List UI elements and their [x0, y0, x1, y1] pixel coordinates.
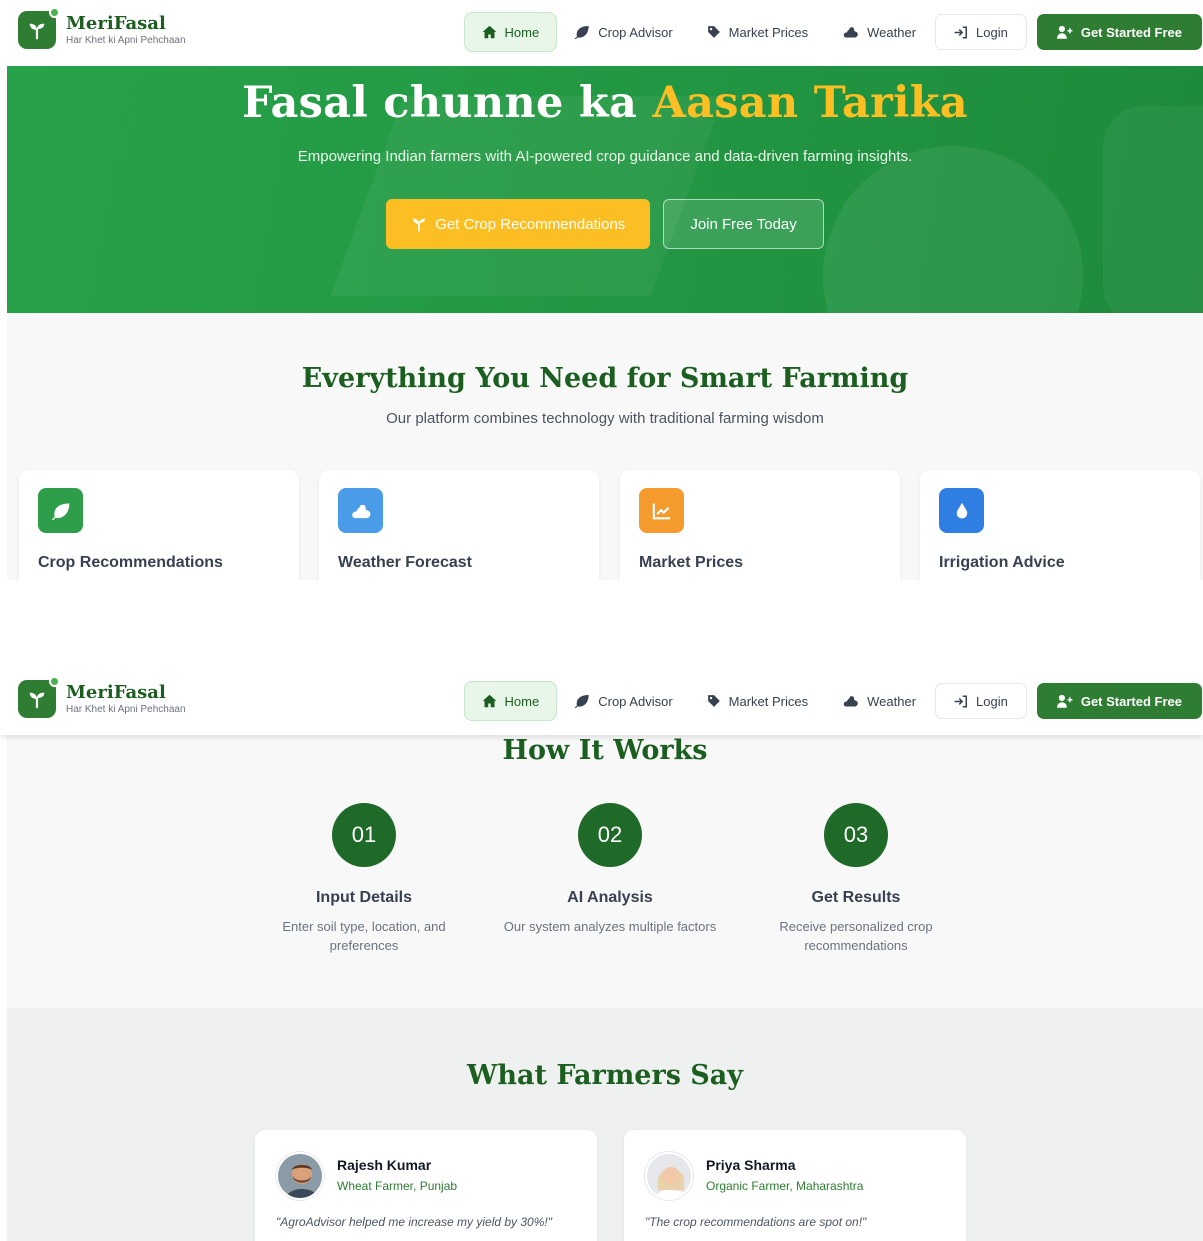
nav-weather[interactable]: Weather: [825, 681, 933, 721]
navbar: MeriFasal Har Khet ki Apni Pehchaan Home…: [0, 669, 1203, 735]
step-get-results: 03 Get Results Receive personalized crop…: [736, 803, 976, 955]
testimonial-card: Rajesh Kumar Wheat Farmer, Punjab "AgroA…: [255, 1130, 597, 1241]
tag-icon: [707, 26, 720, 38]
how-title: How It Works: [502, 735, 708, 766]
testimonial-card: Priya Sharma Organic Farmer, Maharashtra…: [624, 1130, 966, 1241]
avatar: [276, 1152, 324, 1200]
nav-crop-advisor[interactable]: Crop Advisor: [557, 12, 689, 52]
features-subtitle: Our platform combines technology with tr…: [386, 410, 824, 427]
testimonial-quote: "AgroAdvisor helped me increase my yield…: [276, 1215, 552, 1229]
nav-weather[interactable]: Weather: [825, 12, 933, 52]
nav-home[interactable]: Home: [463, 681, 558, 721]
step-desc: Enter soil type, location, and preferenc…: [282, 919, 446, 953]
screenshot-bottom: MeriFasal Har Khet ki Apni Pehchaan Home…: [0, 669, 1203, 1241]
step-title: Get Results: [811, 889, 901, 906]
brand-name: MeriFasal: [66, 682, 166, 703]
step-number: 02: [578, 803, 642, 867]
step-number: 03: [824, 803, 888, 867]
sprout-logo-icon: [18, 676, 60, 718]
feature-card-weather[interactable]: Weather Forecast: [319, 470, 599, 580]
step-input-details: 01 Input Details Enter soil type, locati…: [244, 803, 484, 955]
home-icon: [482, 694, 496, 708]
step-number: 01: [332, 803, 396, 867]
feature-card-irrigation[interactable]: Irrigation Advice: [920, 470, 1200, 580]
brand-logo[interactable]: MeriFasal Har Khet ki Apni Pehchaan: [18, 7, 186, 49]
join-free-button[interactable]: Join Free Today: [663, 199, 824, 249]
step-title: AI Analysis: [567, 889, 653, 906]
leaf-icon: [38, 488, 83, 533]
tag-icon: [707, 695, 720, 707]
nav-market-prices[interactable]: Market Prices: [690, 681, 825, 721]
nav-crop-advisor[interactable]: Crop Advisor: [557, 681, 689, 721]
screenshot-top: MeriFasal Har Khet ki Apni Pehchaan Home…: [0, 0, 1203, 580]
user-plus-icon: [1056, 694, 1073, 708]
brand-logo[interactable]: MeriFasal Har Khet ki Apni Pehchaan: [18, 676, 186, 718]
get-started-button[interactable]: Get Started Free: [1036, 14, 1202, 50]
testimonials-section: What Farmers Say Rajesh Kumar Wheat Farm…: [7, 1008, 1203, 1241]
login-button[interactable]: Login: [935, 14, 1027, 50]
testimonial-name: Rajesh Kumar: [337, 1157, 432, 1173]
features-title: Everything You Need for Smart Farming: [301, 363, 909, 394]
brand-tagline: Har Khet ki Apni Pehchaan: [66, 704, 186, 715]
features-section: Everything You Need for Smart Farming Ou…: [7, 313, 1203, 580]
sprout-logo-icon: [18, 7, 60, 49]
sign-in-icon: [954, 694, 968, 708]
avatar: [645, 1152, 693, 1200]
hero-subtitle: Empowering Indian farmers with AI-powere…: [297, 148, 913, 165]
testimonial-name: Priya Sharma: [706, 1157, 796, 1173]
sign-in-icon: [954, 25, 968, 39]
get-crop-recommendations-button[interactable]: Get Crop Recommendations: [386, 199, 651, 249]
nav-market-prices[interactable]: Market Prices: [690, 12, 825, 52]
get-started-button[interactable]: Get Started Free: [1036, 683, 1202, 719]
nav-home[interactable]: Home: [463, 12, 558, 52]
step-title: Input Details: [315, 889, 412, 906]
brand-tagline: Har Khet ki Apni Pehchaan: [66, 35, 186, 46]
navbar: MeriFasal Har Khet ki Apni Pehchaan Home…: [0, 0, 1203, 66]
home-icon: [482, 25, 496, 39]
feature-card-crop[interactable]: Crop Recommendations: [19, 470, 299, 580]
droplet-icon: [939, 488, 984, 533]
step-desc: Receive personalized crop recommendation…: [779, 919, 933, 953]
brand-name: MeriFasal: [66, 13, 166, 34]
user-plus-icon: [1056, 25, 1073, 39]
testimonial-role: Wheat Farmer, Punjab: [337, 1179, 458, 1193]
testimonial-role: Organic Farmer, Maharashtra: [706, 1179, 864, 1193]
feature-card-market[interactable]: Market Prices: [620, 470, 900, 580]
testimonial-quote: "The crop recommendations are spot on!": [645, 1215, 867, 1229]
cloud-sun-icon: [843, 696, 858, 707]
cloud-sun-icon: [338, 488, 383, 533]
how-it-works-section: How It Works 01 Input Details Enter soil…: [7, 735, 1203, 1008]
hero-banner: Fasal chunne ka Aasan Tarika Empowering …: [7, 66, 1203, 313]
leaf-icon: [574, 26, 589, 39]
seedling-icon: [413, 218, 426, 232]
cloud-sun-icon: [843, 27, 858, 38]
hero-title: Fasal chunne ka Aasan Tarika: [242, 78, 968, 128]
leaf-icon: [574, 695, 589, 708]
step-ai-analysis: 02 AI Analysis Our system analyzes multi…: [490, 803, 730, 936]
chart-line-icon: [639, 488, 684, 533]
testimonials-title: What Farmers Say: [467, 1060, 743, 1091]
step-desc: Our system analyzes multiple factors: [503, 919, 717, 934]
login-button[interactable]: Login: [935, 683, 1027, 719]
